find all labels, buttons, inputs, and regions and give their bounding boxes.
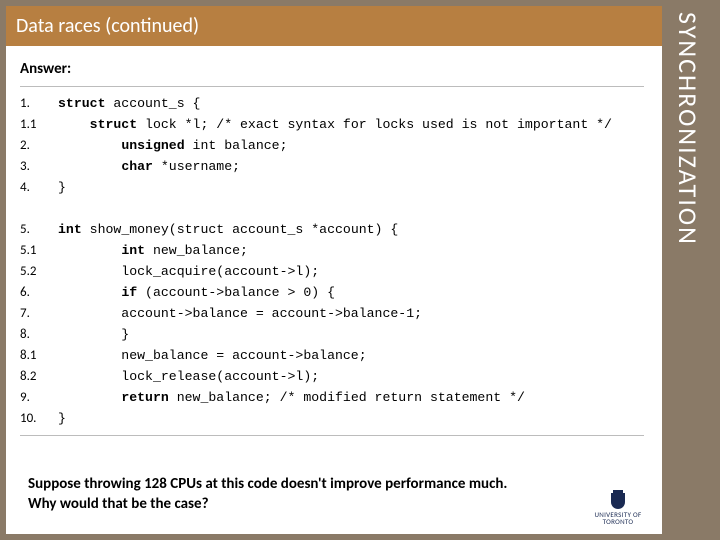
line-number: 2. — [20, 135, 58, 156]
slide: Data races (continued) SYNCHRONIZATION A… — [0, 0, 720, 540]
university-logo: UNIVERSITY OF TORONTO — [584, 492, 652, 526]
code-line: 6. if (account->balance > 0) { — [20, 282, 644, 303]
code-text: int show_money(struct account_s *account… — [58, 219, 398, 240]
code-text: } — [58, 324, 129, 345]
line-number: 9. — [20, 387, 58, 408]
line-number: 8.1 — [20, 345, 58, 366]
code-line: 1.1 struct lock *l; /* exact syntax for … — [20, 114, 644, 135]
slide-title: Data races (continued) — [16, 14, 199, 38]
code-block: 1.struct account_s {1.1 struct lock *l; … — [20, 86, 644, 436]
logo-text: UNIVERSITY OF TORONTO — [584, 511, 652, 525]
line-number: 7. — [20, 303, 58, 324]
code-text: lock_acquire(account->l); — [58, 261, 319, 282]
line-number: 3. — [20, 156, 58, 177]
code-blank-line — [20, 198, 644, 219]
code-text: } — [58, 408, 66, 429]
line-number: 5. — [20, 219, 58, 240]
code-text: } — [58, 177, 66, 198]
question-line-2: Why would that be the case? — [28, 495, 209, 513]
line-number: 5.2 — [20, 261, 58, 282]
code-text: int new_balance; — [58, 240, 248, 261]
line-number: 6. — [20, 282, 58, 303]
code-line: 5.int show_money(struct account_s *accou… — [20, 219, 644, 240]
code-text: struct lock *l; /* exact syntax for lock… — [58, 114, 612, 135]
code-text: account->balance = account->balance-1; — [58, 303, 422, 324]
answer-label: Answer: — [20, 60, 71, 78]
code-line: 8.1 new_balance = account->balance; — [20, 345, 644, 366]
side-label: SYNCHRONIZATION — [662, 6, 714, 534]
code-line: 1.struct account_s { — [20, 93, 644, 114]
line-number: 8. — [20, 324, 58, 345]
code-line: 5.1 int new_balance; — [20, 240, 644, 261]
line-number: 1. — [20, 93, 58, 114]
code-text: lock_release(account->l); — [58, 366, 319, 387]
code-line: 4.} — [20, 177, 644, 198]
line-number: 5.1 — [20, 240, 58, 261]
code-line: 3. char *username; — [20, 156, 644, 177]
code-line: 5.2 lock_acquire(account->l); — [20, 261, 644, 282]
line-number: 10. — [20, 408, 58, 429]
code-text: struct account_s { — [58, 93, 200, 114]
code-line: 9. return new_balance; /* modified retur… — [20, 387, 644, 408]
side-label-text: SYNCHRONIZATION — [672, 12, 704, 246]
code-text: return new_balance; /* modified return s… — [58, 387, 525, 408]
code-text: if (account->balance > 0) { — [58, 282, 335, 303]
code-line: 7. account->balance = account->balance-1… — [20, 303, 644, 324]
line-number: 1.1 — [20, 114, 58, 135]
code-line: 2. unsigned int balance; — [20, 135, 644, 156]
question-line-1: Suppose throwing 128 CPUs at this code d… — [28, 475, 507, 493]
crest-icon — [611, 493, 625, 509]
title-bar: Data races (continued) — [6, 6, 662, 46]
question-text: Suppose throwing 128 CPUs at this code d… — [28, 475, 604, 514]
code-text: unsigned int balance; — [58, 135, 288, 156]
code-line: 10.} — [20, 408, 644, 429]
line-number: 4. — [20, 177, 58, 198]
code-text: char *username; — [58, 156, 240, 177]
code-text: new_balance = account->balance; — [58, 345, 367, 366]
code-line: 8.2 lock_release(account->l); — [20, 366, 644, 387]
line-number: 8.2 — [20, 366, 58, 387]
code-line: 8. } — [20, 324, 644, 345]
